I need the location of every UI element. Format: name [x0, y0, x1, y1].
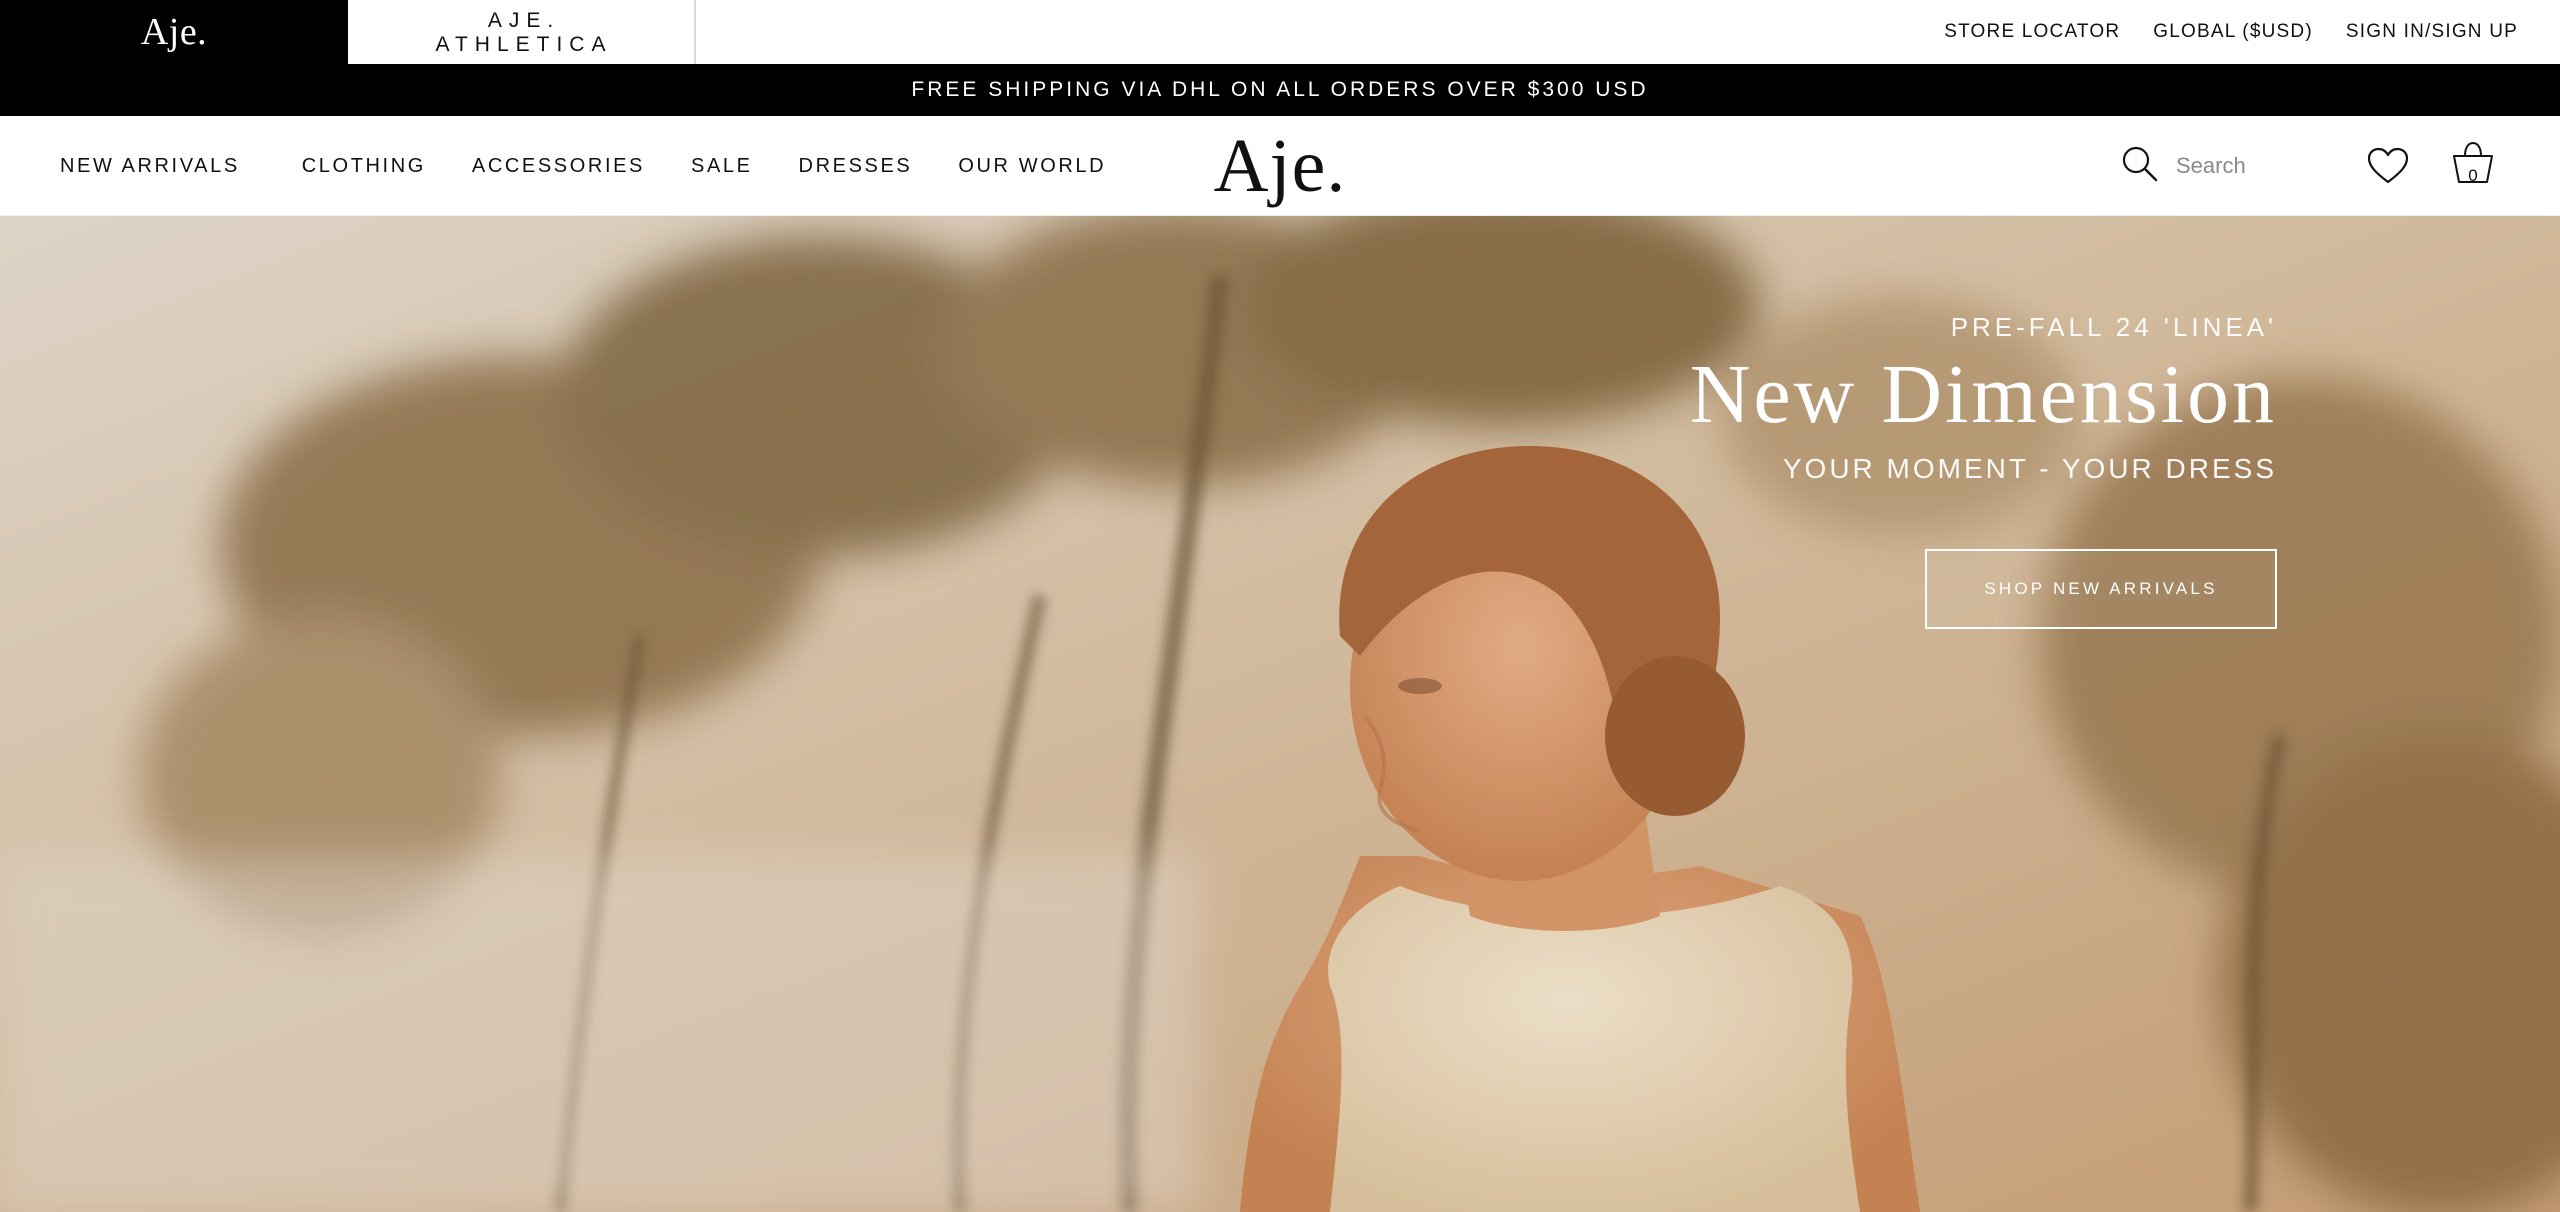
athletica-line1: AJE.	[487, 8, 561, 32]
nav-item-sale[interactable]: SALE	[691, 155, 753, 178]
aje-athletica-brand-tab[interactable]: AJE. ATHLETICA	[348, 0, 696, 64]
hero-copy: PRE-FALL 24 'LINEA' New Dimension YOUR M…	[1690, 312, 2277, 485]
shop-new-arrivals-button[interactable]: SHOP NEW ARRIVALS	[1925, 549, 2277, 629]
utility-links: STORE LOCATOR GLOBAL ($USD) SIGN IN/SIGN…	[1944, 0, 2518, 64]
site-logo[interactable]: Aje.	[1214, 122, 1346, 210]
hero-eyebrow: PRE-FALL 24 'LINEA'	[1950, 312, 2277, 342]
nav-item-accessories[interactable]: ACCESSORIES	[472, 155, 645, 178]
nav-item-dresses[interactable]: DRESSES	[799, 155, 913, 178]
hero-banner[interactable]: PRE-FALL 24 'LINEA' New Dimension YOUR M…	[0, 216, 2560, 1212]
heart-icon[interactable]	[2366, 146, 2410, 186]
athletica-line2: ATHLETICA	[435, 32, 613, 56]
main-navigation: NEW ARRIVALS CLOTHING ACCESSORIES SALE D…	[0, 116, 2560, 216]
announcement-text: FREE SHIPPING VIA DHL ON ALL ORDERS OVER…	[911, 78, 1649, 101]
nav-item-new-arrivals[interactable]: NEW ARRIVALS	[60, 155, 240, 178]
announcement-bar: FREE SHIPPING VIA DHL ON ALL ORDERS OVER…	[0, 64, 2560, 116]
hero-title: New Dimension	[1689, 348, 2277, 441]
search-input[interactable]	[2176, 153, 2316, 179]
search-box[interactable]	[2120, 144, 2320, 188]
hero-subtitle: YOUR MOMENT - YOUR DRESS	[1782, 453, 2277, 485]
currency-selector-link[interactable]: GLOBAL ($USD)	[2153, 21, 2313, 43]
aje-brand-label: Aje.	[140, 11, 208, 53]
shopping-bag-icon[interactable]: 0	[2450, 138, 2496, 190]
store-locator-link[interactable]: STORE LOCATOR	[1944, 21, 2120, 43]
aje-brand-tab[interactable]: Aje.	[0, 0, 348, 64]
nav-menu: NEW ARRIVALS CLOTHING ACCESSORIES SALE D…	[60, 116, 1152, 216]
bag-count: 0	[2468, 166, 2478, 185]
nav-item-our-world[interactable]: OUR WORLD	[958, 155, 1106, 178]
top-utility-bar: Aje. AJE. ATHLETICA STORE LOCATOR GLOBAL…	[0, 0, 2560, 64]
sign-in-link[interactable]: SIGN IN/SIGN UP	[2346, 21, 2518, 43]
search-icon[interactable]	[2120, 144, 2160, 189]
nav-item-clothing[interactable]: CLOTHING	[302, 155, 426, 178]
